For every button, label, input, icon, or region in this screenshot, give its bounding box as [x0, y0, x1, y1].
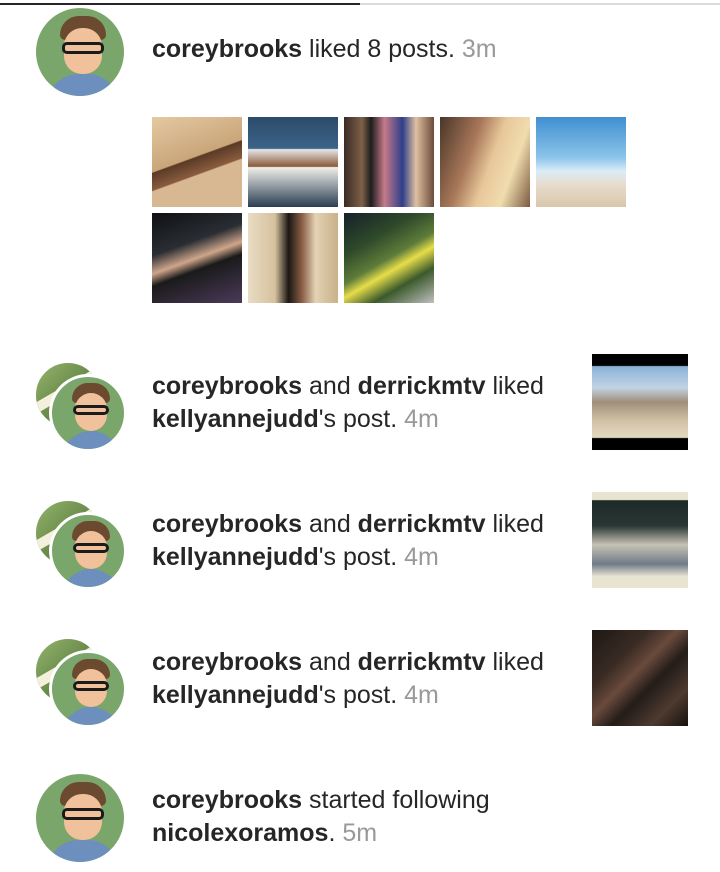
avatar-stack[interactable] — [33, 360, 133, 460]
avatar[interactable] — [33, 5, 127, 99]
timestamp: 4m — [404, 405, 439, 433]
post-thumbnail[interactable] — [592, 492, 688, 588]
avatar — [49, 650, 127, 728]
username-link[interactable]: coreybrooks — [152, 372, 302, 400]
username-link[interactable]: kellyannejudd — [152, 681, 319, 709]
username-link[interactable]: derrickmtv — [358, 648, 486, 676]
username-link[interactable]: kellyannejudd — [152, 405, 319, 433]
notification-text: coreybrooks and derrickmtv liked kellyann… — [152, 510, 544, 571]
selfie-photo-icon[interactable] — [440, 117, 530, 207]
umbrella-desert-photo-icon[interactable] — [536, 117, 626, 207]
post-thumbnail[interactable] — [592, 354, 688, 450]
timestamp: 4m — [404, 681, 439, 709]
flowers-hat-photo-icon[interactable] — [344, 213, 434, 303]
beach-photo-icon[interactable] — [152, 117, 242, 207]
dogs-in-car-photo-icon[interactable] — [248, 117, 338, 207]
username-link[interactable]: coreybrooks — [152, 35, 302, 63]
notification-text: coreybrooks liked 8 posts. 3m — [152, 35, 497, 63]
avatar — [49, 512, 127, 590]
stairs-photo-icon[interactable] — [248, 213, 338, 303]
timestamp: 3m — [461, 35, 497, 63]
avatar-stack[interactable] — [33, 636, 133, 736]
username-link[interactable]: derrickmtv — [358, 372, 486, 400]
username-link[interactable]: nicolexoramos — [152, 819, 328, 847]
username-link[interactable]: derrickmtv — [358, 510, 486, 538]
username-link[interactable]: coreybrooks — [152, 648, 302, 676]
post-thumbnail[interactable] — [592, 630, 688, 726]
avatar[interactable] — [33, 771, 127, 865]
timestamp: 4m — [404, 543, 439, 571]
username-link[interactable]: kellyannejudd — [152, 543, 319, 571]
notification-text: coreybrooks and derrickmtv liked kellyann… — [152, 648, 544, 709]
tab-indicator-inactive — [360, 3, 720, 5]
username-link[interactable]: coreybrooks — [152, 786, 302, 814]
timestamp: 5m — [342, 819, 378, 847]
avatar — [49, 374, 127, 452]
group-photo-icon[interactable] — [344, 117, 434, 207]
avatar-stack[interactable] — [33, 498, 133, 598]
notification-text: coreybrooks started following nicolexoram… — [152, 786, 490, 847]
username-link[interactable]: coreybrooks — [152, 510, 302, 538]
concert-photo-icon[interactable] — [152, 213, 242, 303]
notification-text: coreybrooks and derrickmtv liked kellyann… — [152, 372, 544, 433]
tab-indicator — [0, 0, 720, 6]
tab-indicator-active — [0, 3, 360, 5]
